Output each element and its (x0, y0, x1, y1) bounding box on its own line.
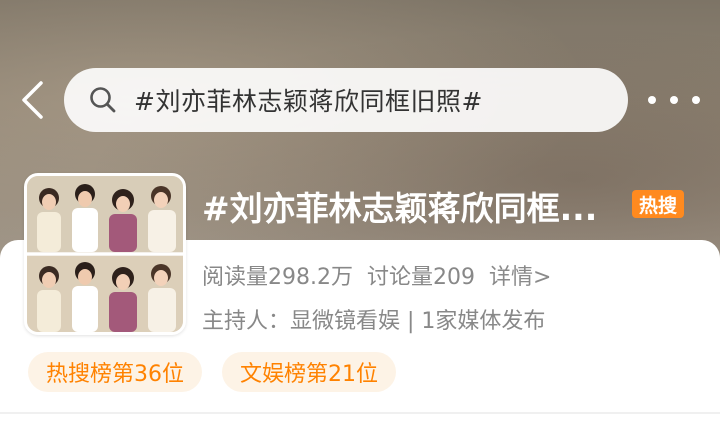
topic-title: #刘亦菲林志颖蒋欣同框... (202, 189, 598, 228)
more-options-button[interactable] (648, 88, 700, 112)
back-button[interactable] (14, 78, 50, 122)
details-link[interactable]: 详情> (489, 259, 551, 291)
search-query-text: #刘亦菲林志颖蒋欣同框旧照# (134, 87, 483, 116)
discussion-count: 讨论量209 (366, 265, 475, 290)
read-count: 阅读量298.2万 (202, 265, 353, 290)
topic-cover-image[interactable] (24, 173, 186, 335)
host-info[interactable]: 主持人：显微镜看娱 | 1家媒体发布 (202, 302, 545, 336)
more-dots-icon (692, 96, 700, 104)
topic-stats: 阅读量298.2万 讨论量209 详情> (202, 258, 551, 292)
group-photo-image (27, 176, 183, 332)
divider (0, 412, 720, 414)
entertainment-rank-chip[interactable]: 文娱榜第21位 (222, 352, 396, 392)
more-dots-icon (670, 96, 678, 104)
hot-search-rank-chip[interactable]: 热搜榜第36位 (28, 352, 202, 392)
search-bar[interactable]: #刘亦菲林志颖蒋欣同框旧照# (64, 68, 628, 132)
chevron-left-icon (22, 81, 43, 119)
more-dots-icon (648, 96, 656, 104)
hot-search-badge: 热搜 (632, 190, 684, 218)
search-icon (90, 87, 116, 113)
